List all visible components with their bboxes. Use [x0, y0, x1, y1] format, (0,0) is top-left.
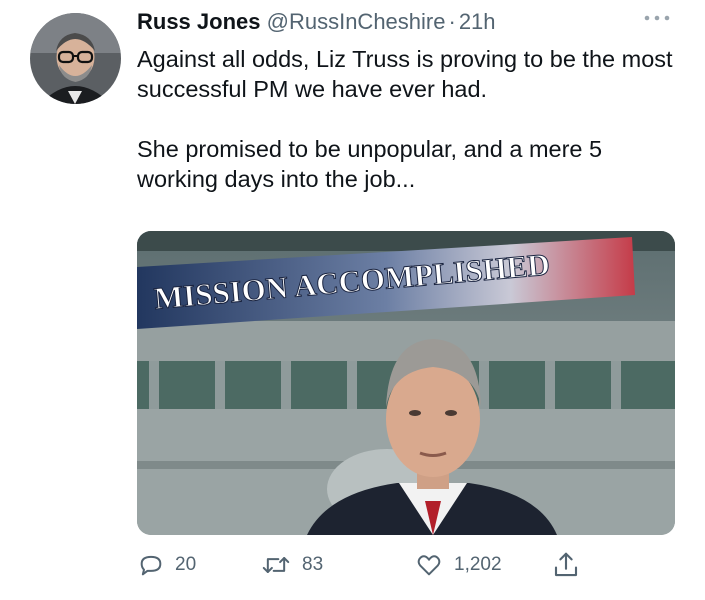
user-handle[interactable]: @RussInCheshire [267, 9, 446, 34]
retweet-icon [260, 551, 292, 579]
tweet-text: Against all odds, Liz Truss is proving t… [137, 44, 687, 194]
avatar[interactable] [30, 13, 121, 104]
more-button[interactable] [640, 6, 674, 30]
like-button[interactable]: 1,202 [414, 548, 502, 582]
tweet-paragraph: Against all odds, Liz Truss is proving t… [137, 46, 673, 102]
tweet-header: Russ Jones @RussInCheshire · 21h [137, 8, 496, 36]
like-count: 1,202 [454, 554, 502, 575]
timestamp[interactable]: 21h [459, 9, 496, 34]
tweet-paragraph: She promised to be unpopular, and a mere… [137, 136, 603, 192]
retweet-button[interactable]: 83 [260, 548, 323, 582]
reply-count: 20 [175, 554, 197, 575]
share-button[interactable] [551, 548, 581, 582]
heart-icon [414, 551, 444, 579]
separator-dot: · [448, 9, 456, 34]
tweet-actions: 20 83 1,202 [137, 548, 617, 582]
reply-icon [137, 551, 165, 579]
tweet: Russ Jones @RussInCheshire · 21h Against a… [0, 0, 705, 600]
reply-button[interactable]: 20 [137, 548, 196, 582]
share-icon [551, 550, 581, 580]
more-icon [643, 9, 671, 27]
retweet-count: 83 [302, 554, 324, 575]
tweet-media-image[interactable]: MISSION ACCOMPLISHED [137, 231, 675, 535]
display-name[interactable]: Russ Jones [137, 9, 261, 34]
